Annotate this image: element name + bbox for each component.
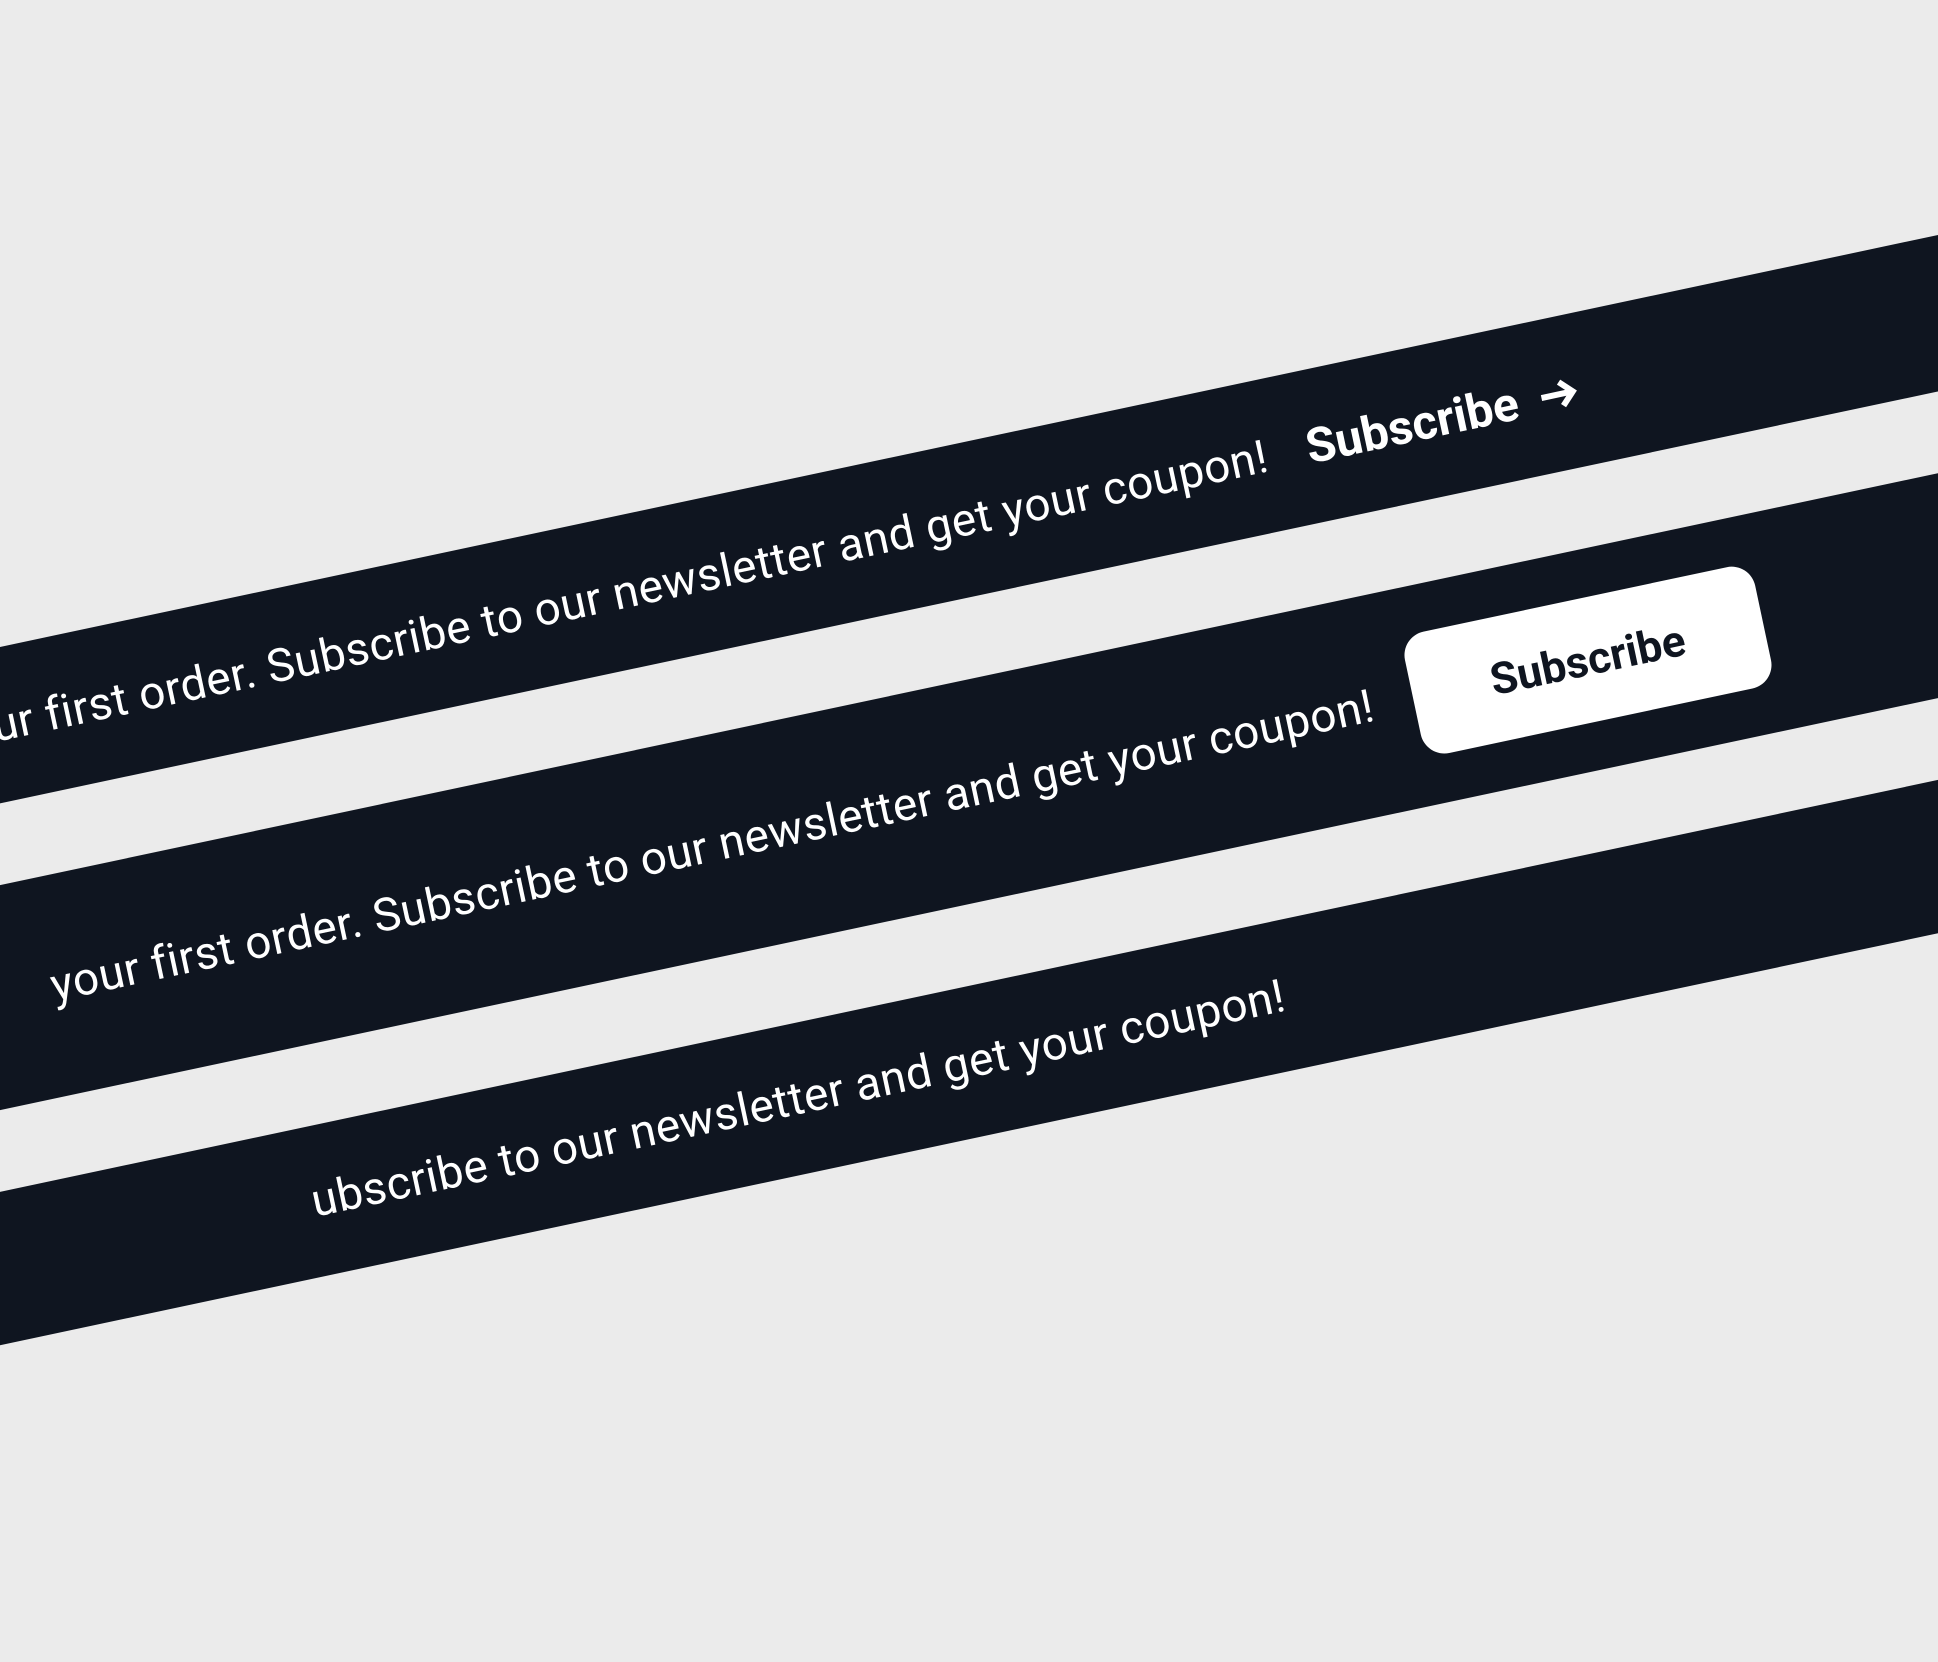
arrow-right-icon (1529, 366, 1586, 423)
subscribe-button[interactable]: Subscribe (1400, 562, 1776, 758)
subscribe-link-label: Subscribe (1300, 375, 1523, 476)
subscribe-link[interactable]: Subscribe (1300, 361, 1586, 475)
banner-container: our first order. Subscribe to our newsle… (0, 146, 1938, 1516)
